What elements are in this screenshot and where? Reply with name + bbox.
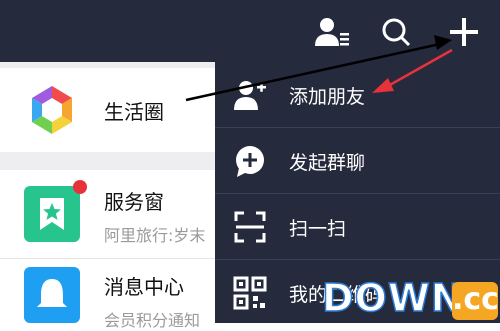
black-arrow-line <box>185 42 441 102</box>
red-arrow-line <box>387 48 453 88</box>
red-arrow-head <box>372 78 394 93</box>
watermark-suffix: .cc <box>452 282 499 320</box>
watermark-logo: DOWN <box>321 275 464 321</box>
annotation-arrows <box>185 35 453 102</box>
black-arrow-head <box>434 35 452 50</box>
